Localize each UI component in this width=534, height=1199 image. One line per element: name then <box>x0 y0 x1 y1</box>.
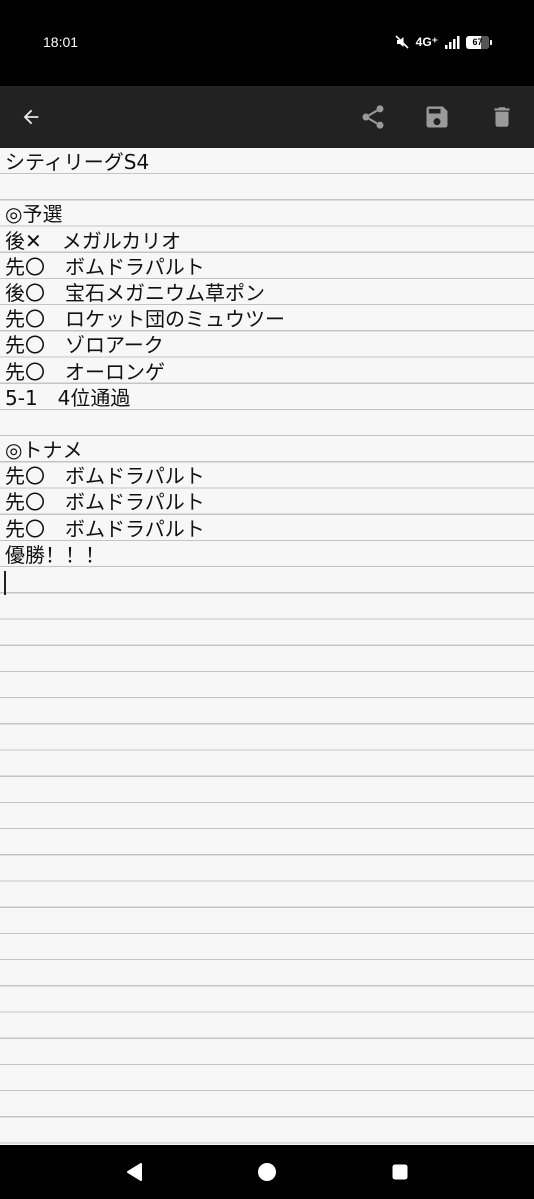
note-line: 先〇 ボムドラパルト <box>5 254 205 279</box>
note-line: 先〇 ボムドラパルト <box>5 464 205 489</box>
note-line: 後〇 宝石メガニウム草ポン <box>5 280 265 305</box>
note-line: ◎トナメ <box>5 438 83 463</box>
note-editor[interactable]: シティリーグS4 ◎予選 後✕ メガルカリオ 先〇 ボムドラパルト 後〇 宝石メガニウム… <box>0 148 534 1145</box>
floppy-disk-icon <box>426 106 448 128</box>
status-icons: 4G⁺ 67 <box>394 32 492 52</box>
share-button[interactable] <box>347 86 399 148</box>
network-type: 4G⁺ <box>415 35 438 49</box>
save-button[interactable] <box>411 86 463 148</box>
note-line: 先〇 ボムドラパルト <box>5 516 205 541</box>
battery-icon: 67 <box>466 35 492 49</box>
back-button[interactable] <box>5 86 57 148</box>
note-line: ◎予選 <box>5 202 63 227</box>
app-toolbar <box>0 86 534 148</box>
note-line: 5-1 4位通過 <box>5 385 131 410</box>
note-line: 後✕ メガルカリオ <box>5 228 182 253</box>
note-line <box>5 410 530 436</box>
battery-level: 67 <box>472 37 483 47</box>
note-line: 優勝！！！ <box>5 542 105 567</box>
delete-button[interactable] <box>476 86 528 148</box>
system-nav-bar <box>0 1145 534 1199</box>
square-recents-icon <box>392 1164 408 1180</box>
phone-screen: 18:01 4G⁺ 67 シティリーグS4 ◎予選 後✕ メガルカリオ 先〇 ボ… <box>0 0 534 1199</box>
nav-recents-button[interactable] <box>378 1153 422 1191</box>
status-time: 18:01 <box>43 34 79 50</box>
status-bar: 18:01 4G⁺ 67 <box>0 0 534 86</box>
arrow-left-icon <box>23 109 39 125</box>
note-line: 先〇 ボムドラパルト <box>5 490 205 515</box>
text-cursor <box>4 571 6 595</box>
signal-icon <box>445 36 460 49</box>
note-line: 先〇 オーロンゲ <box>5 359 165 384</box>
note-text: シティリーグS4 ◎予選 後✕ メガルカリオ 先〇 ボムドラパルト 後〇 宝石メガニウム… <box>5 148 530 567</box>
mute-icon <box>395 35 409 49</box>
note-line: 先〇 ゾロアーク <box>5 333 164 358</box>
nav-home-button[interactable] <box>245 1153 289 1191</box>
share-icon <box>362 105 384 129</box>
note-line: シティリーグS4 <box>5 150 150 174</box>
note-line: 先〇 ロケット団のミュウツー <box>5 307 285 332</box>
triangle-back-icon <box>127 1163 142 1181</box>
nav-back-button[interactable] <box>112 1153 156 1191</box>
trash-icon <box>494 107 510 127</box>
circle-home-icon <box>258 1163 276 1181</box>
note-line <box>5 174 530 200</box>
